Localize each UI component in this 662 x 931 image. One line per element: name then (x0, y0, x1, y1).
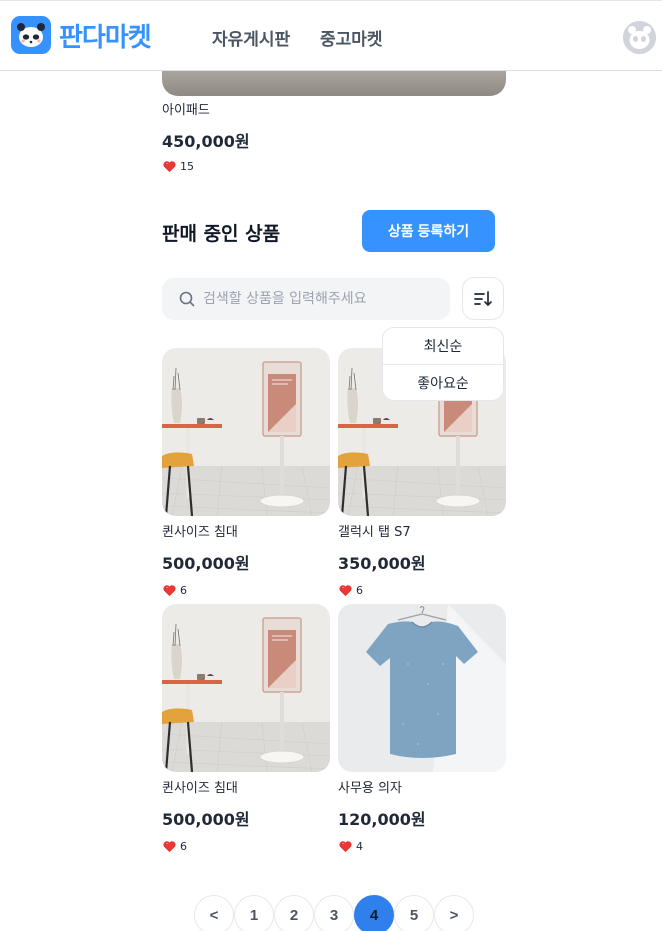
heart-icon (162, 583, 177, 598)
product-card[interactable]: 퀸사이즈 침대 500,000원 6 (162, 604, 330, 854)
pagination: < 1 2 3 4 5 > (194, 895, 474, 931)
page-button-1[interactable]: 1 (234, 895, 274, 931)
prev-page-button[interactable]: < (194, 895, 234, 931)
product-image[interactable] (162, 604, 330, 772)
product-likes: 6 (162, 839, 330, 854)
like-count: 6 (356, 584, 363, 597)
register-product-button[interactable]: 상품 등록하기 (362, 210, 495, 252)
product-card[interactable]: 사무용 의자 120,000원 4 (338, 604, 506, 854)
next-page-button[interactable]: > (434, 895, 474, 931)
product-card[interactable]: 퀸사이즈 침대 500,000원 6 (162, 348, 330, 598)
sort-dropdown: 최신순 좋아요순 (382, 327, 504, 401)
product-name: 갤럭시 탭 S7 (338, 525, 411, 540)
sort-option-latest[interactable]: 최신순 (383, 328, 503, 364)
heart-icon (162, 839, 177, 854)
top-navigation: 판다마켓 자유게시판 중고마켓 (0, 0, 662, 71)
like-count: 6 (180, 584, 187, 597)
page-button-5[interactable]: 5 (394, 895, 434, 931)
heart-icon (338, 839, 353, 854)
product-name: 퀸사이즈 침대 (162, 781, 238, 796)
nav-used-market[interactable]: 중고마켓 (320, 25, 383, 50)
product-likes: 6 (338, 583, 506, 598)
nav-free-board[interactable]: 자유게시판 (212, 25, 290, 50)
sort-option-likes[interactable]: 좋아요순 (383, 364, 503, 400)
product-image[interactable] (162, 348, 330, 516)
logo-text: 판다마켓 (59, 22, 152, 53)
product-name: 퀸사이즈 침대 (162, 525, 238, 540)
product-price: 350,000원 (338, 554, 426, 573)
best-item-likes: 15 (162, 159, 194, 174)
heart-icon (162, 159, 177, 174)
page-button-4[interactable]: 4 (354, 895, 394, 931)
like-count: 6 (180, 840, 187, 853)
like-count: 4 (356, 840, 363, 853)
sort-button[interactable] (462, 277, 504, 320)
product-likes: 6 (162, 583, 330, 598)
product-image[interactable] (338, 604, 506, 772)
product-price: 500,000원 (162, 810, 250, 829)
page-button-3[interactable]: 3 (314, 895, 354, 931)
like-count: 15 (180, 160, 194, 173)
logo[interactable]: 판다마켓 (11, 16, 152, 54)
user-avatar-icon[interactable] (623, 21, 656, 54)
product-price: 500,000원 (162, 554, 250, 573)
product-likes: 4 (338, 839, 506, 854)
page-button-2[interactable]: 2 (274, 895, 314, 931)
best-item-name: 아이패드 (162, 103, 210, 118)
best-item-price: 450,000원 (162, 132, 250, 151)
search-bar (162, 278, 450, 320)
heart-icon (338, 583, 353, 598)
panda-logo-icon (11, 16, 51, 54)
sort-icon (474, 290, 492, 306)
search-input[interactable] (203, 291, 443, 307)
search-icon (179, 291, 195, 307)
product-name: 사무용 의자 (338, 781, 402, 796)
section-title: 판매 중인 상품 (162, 223, 281, 245)
product-price: 120,000원 (338, 810, 426, 829)
